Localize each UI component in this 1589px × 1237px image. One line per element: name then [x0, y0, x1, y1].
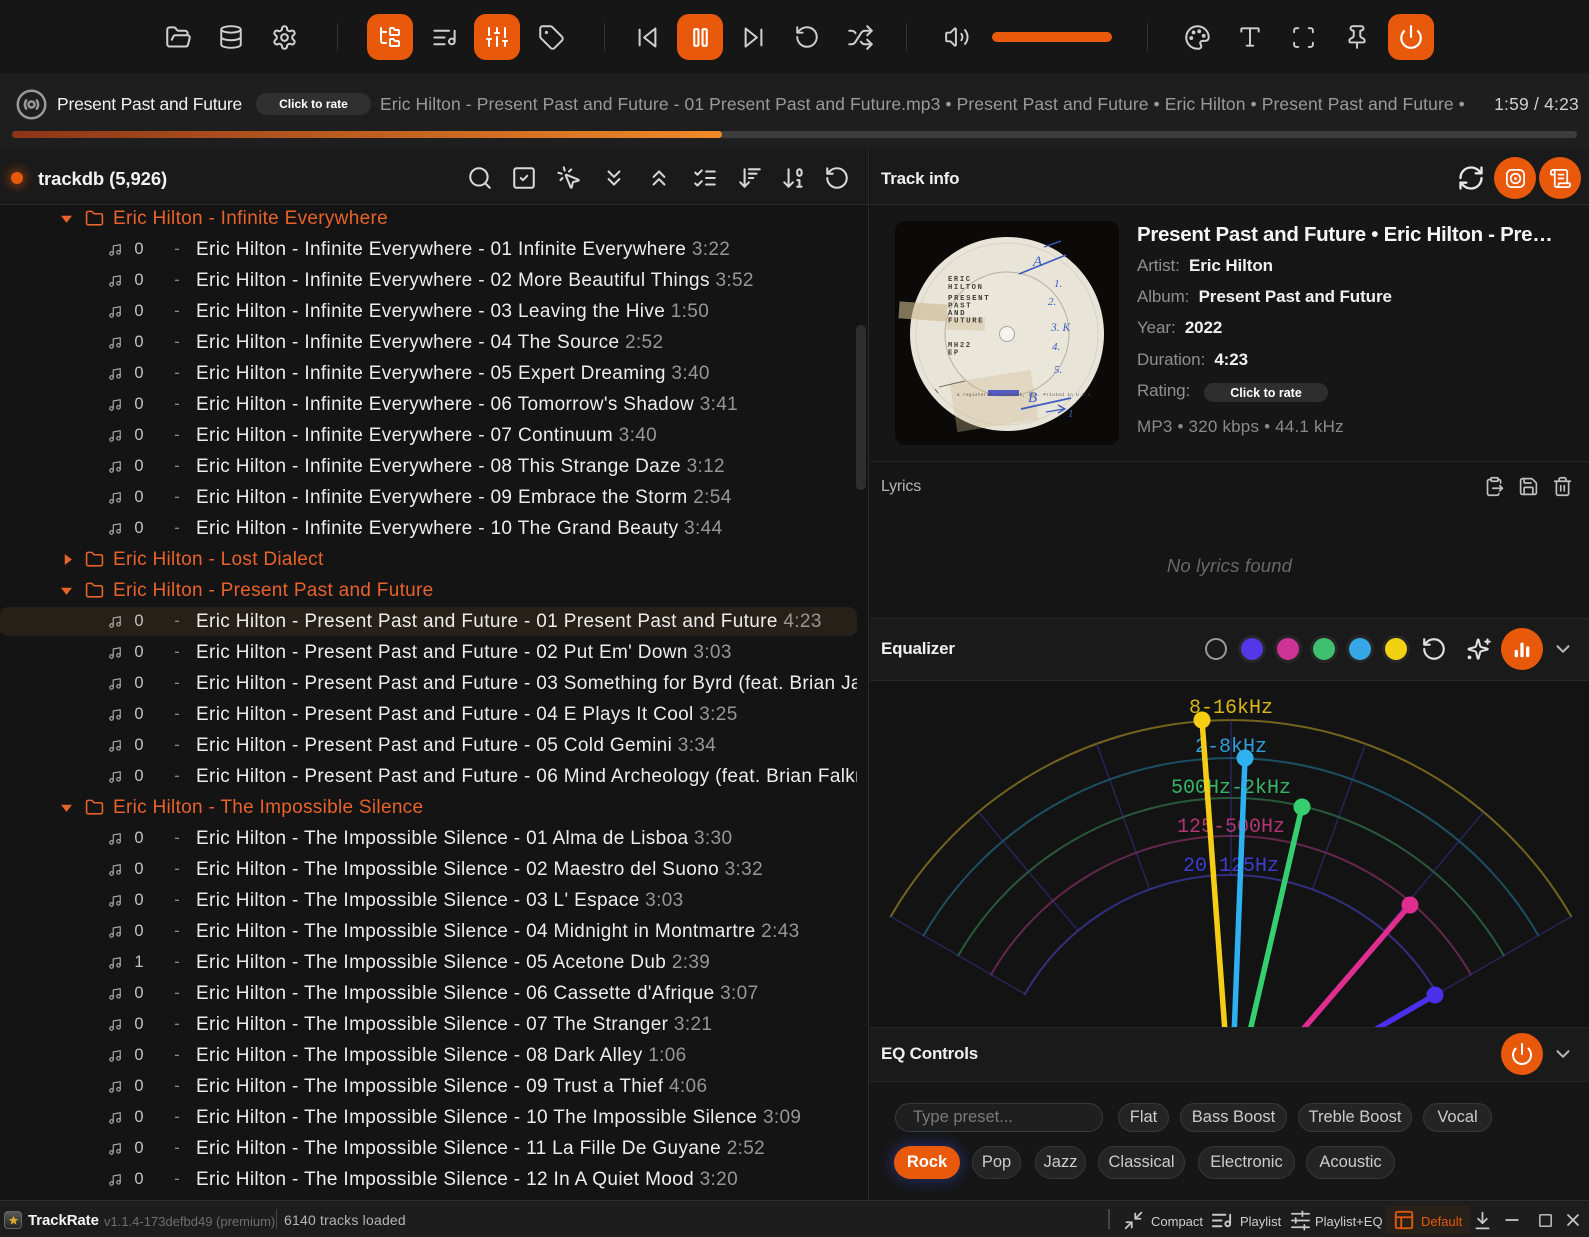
svg-text:1.: 1.	[1054, 278, 1062, 290]
svg-text:3. K: 3. K	[1050, 322, 1072, 334]
svg-text:FUTURE: FUTURE	[948, 318, 984, 326]
svg-text:HILTON: HILTON	[948, 284, 983, 292]
svg-text:ERIC: ERIC	[948, 276, 972, 284]
svg-text:1: 1	[1068, 408, 1074, 420]
svg-text:20-125Hz: 20-125Hz	[1183, 855, 1279, 878]
svg-text:a registered trademark, inc. P: a registered trademark, inc. Printed in …	[957, 393, 1091, 398]
svg-text:500Hz-2kHz: 500Hz-2kHz	[1171, 777, 1291, 800]
svg-text:2.: 2.	[1048, 296, 1056, 308]
svg-text:EP: EP	[948, 350, 960, 358]
svg-text:4.: 4.	[1052, 341, 1060, 353]
svg-text:5.: 5.	[1054, 364, 1062, 376]
svg-text:125-500Hz: 125-500Hz	[1177, 816, 1285, 839]
